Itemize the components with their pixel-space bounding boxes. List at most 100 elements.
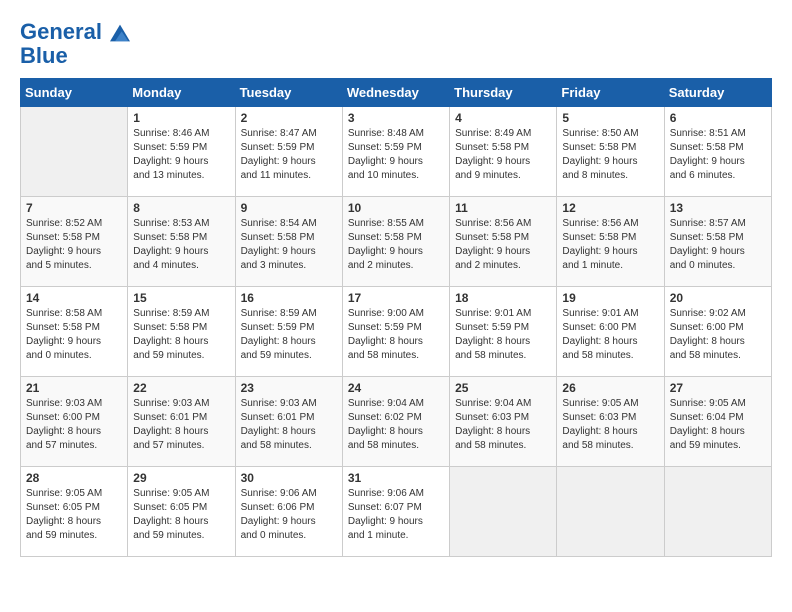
day-info: Sunrise: 8:58 AM Sunset: 5:58 PM Dayligh…: [26, 307, 122, 363]
day-number: 9: [241, 201, 337, 215]
calendar-cell: 26Sunrise: 9:05 AM Sunset: 6:03 PM Dayli…: [557, 377, 664, 467]
weekday-header-friday: Friday: [557, 79, 664, 107]
day-number: 13: [670, 201, 766, 215]
day-number: 27: [670, 381, 766, 395]
day-number: 15: [133, 291, 229, 305]
weekday-header-wednesday: Wednesday: [342, 79, 449, 107]
calendar-cell: [450, 467, 557, 557]
calendar-table: SundayMondayTuesdayWednesdayThursdayFrid…: [20, 78, 772, 557]
calendar-cell: 25 Sunrise: 9:04 AM Sunset: 6:03 PM Dayli…: [450, 377, 557, 467]
week-row-2: 7 Sunrise: 8:52 AM Sunset: 5:58 PM Daylig…: [21, 197, 772, 287]
day-info: Sunrise: 8:54 AM Sunset: 5:58 PM Dayligh…: [241, 217, 337, 273]
day-info: Sunrise: 9:04 AM Sunset: 6:02 PM Dayligh…: [348, 397, 444, 453]
day-info: Sunrise: 8:57 AM Sunset: 5:58 PM Dayligh…: [670, 217, 766, 273]
day-info: Sunrise: 9:03 AM Sunset: 6:01 PM Dayligh…: [241, 397, 337, 453]
week-row-4: 21 Sunrise: 9:03 AM Sunset: 6:00 PM Dayli…: [21, 377, 772, 467]
day-number: 30: [241, 471, 337, 485]
calendar-cell: 24 Sunrise: 9:04 AM Sunset: 6:02 PM Dayli…: [342, 377, 449, 467]
calendar-cell: [21, 107, 128, 197]
page-header: General Blue: [20, 20, 772, 68]
weekday-header-row: SundayMondayTuesdayWednesdayThursdayFrid…: [21, 79, 772, 107]
day-number: 2: [241, 111, 337, 125]
weekday-header-tuesday: Tuesday: [235, 79, 342, 107]
day-number: 28: [26, 471, 122, 485]
calendar-cell: 11 Sunrise: 8:56 AM Sunset: 5:58 PM Dayli…: [450, 197, 557, 287]
calendar-cell: 4Sunrise: 8:49 AM Sunset: 5:58 PM Daylig…: [450, 107, 557, 197]
calendar-cell: 21 Sunrise: 9:03 AM Sunset: 6:00 PM Dayli…: [21, 377, 128, 467]
calendar-cell: 12 Sunrise: 8:56 AM Sunset: 5:58 PM Dayli…: [557, 197, 664, 287]
day-info: Sunrise: 8:47 AM Sunset: 5:59 PM Dayligh…: [241, 127, 337, 183]
day-info: Sunrise: 9:05 AM Sunset: 6:05 PM Dayligh…: [133, 487, 229, 543]
calendar-cell: 23 Sunrise: 9:03 AM Sunset: 6:01 PM Dayli…: [235, 377, 342, 467]
day-number: 25: [455, 381, 551, 395]
day-number: 7: [26, 201, 122, 215]
day-number: 21: [26, 381, 122, 395]
day-info: Sunrise: 8:56 AM Sunset: 5:58 PM Dayligh…: [562, 217, 658, 273]
calendar-cell: 15 Sunrise: 8:59 AM Sunset: 5:58 PM Dayli…: [128, 287, 235, 377]
day-number: 14: [26, 291, 122, 305]
day-info: Sunrise: 8:52 AM Sunset: 5:58 PM Dayligh…: [26, 217, 122, 273]
weekday-header-sunday: Sunday: [21, 79, 128, 107]
day-number: 22: [133, 381, 229, 395]
day-info: Sunrise: 8:51 AM Sunset: 5:58 PM Dayligh…: [670, 127, 766, 183]
day-number: 3: [348, 111, 444, 125]
day-info: Sunrise: 9:06 AM Sunset: 6:07 PM Dayligh…: [348, 487, 444, 543]
calendar-cell: 20 Sunrise: 9:02 AM Sunset: 6:00 PM Dayli…: [664, 287, 771, 377]
day-info: Sunrise: 9:04 AM Sunset: 6:03 PM Dayligh…: [455, 397, 551, 453]
day-number: 16: [241, 291, 337, 305]
calendar-cell: 17 Sunrise: 9:00 AM Sunset: 5:59 PM Dayli…: [342, 287, 449, 377]
calendar-cell: 29 Sunrise: 9:05 AM Sunset: 6:05 PM Dayli…: [128, 467, 235, 557]
week-row-1: 1 Sunrise: 8:46 AM Sunset: 5:59 PM Daylig…: [21, 107, 772, 197]
day-number: 23: [241, 381, 337, 395]
calendar-cell: 14 Sunrise: 8:58 AM Sunset: 5:58 PM Dayli…: [21, 287, 128, 377]
day-info: Sunrise: 9:00 AM Sunset: 5:59 PM Dayligh…: [348, 307, 444, 363]
calendar-cell: 19Sunrise: 9:01 AM Sunset: 6:00 PM Dayli…: [557, 287, 664, 377]
weekday-header-monday: Monday: [128, 79, 235, 107]
day-info: Sunrise: 8:50 AM Sunset: 5:58 PM Dayligh…: [562, 127, 658, 183]
calendar-cell: 31Sunrise: 9:06 AM Sunset: 6:07 PM Dayli…: [342, 467, 449, 557]
day-number: 26: [562, 381, 658, 395]
day-info: Sunrise: 8:49 AM Sunset: 5:58 PM Dayligh…: [455, 127, 551, 183]
calendar-cell: [664, 467, 771, 557]
calendar-cell: 9 Sunrise: 8:54 AM Sunset: 5:58 PM Daylig…: [235, 197, 342, 287]
day-number: 20: [670, 291, 766, 305]
calendar-cell: 22 Sunrise: 9:03 AM Sunset: 6:01 PM Dayli…: [128, 377, 235, 467]
day-number: 17: [348, 291, 444, 305]
day-info: Sunrise: 9:03 AM Sunset: 6:00 PM Dayligh…: [26, 397, 122, 453]
day-info: Sunrise: 9:01 AM Sunset: 5:59 PM Dayligh…: [455, 307, 551, 363]
logo: General Blue: [20, 20, 130, 68]
day-info: Sunrise: 9:03 AM Sunset: 6:01 PM Dayligh…: [133, 397, 229, 453]
calendar-cell: [557, 467, 664, 557]
calendar-cell: 7 Sunrise: 8:52 AM Sunset: 5:58 PM Daylig…: [21, 197, 128, 287]
day-info: Sunrise: 8:46 AM Sunset: 5:59 PM Dayligh…: [133, 127, 229, 183]
day-number: 29: [133, 471, 229, 485]
day-info: Sunrise: 9:02 AM Sunset: 6:00 PM Dayligh…: [670, 307, 766, 363]
day-info: Sunrise: 8:59 AM Sunset: 5:59 PM Dayligh…: [241, 307, 337, 363]
day-number: 24: [348, 381, 444, 395]
day-number: 1: [133, 111, 229, 125]
day-info: Sunrise: 9:05 AM Sunset: 6:04 PM Dayligh…: [670, 397, 766, 453]
day-number: 5: [562, 111, 658, 125]
calendar-cell: 1 Sunrise: 8:46 AM Sunset: 5:59 PM Daylig…: [128, 107, 235, 197]
calendar-cell: 18 Sunrise: 9:01 AM Sunset: 5:59 PM Dayli…: [450, 287, 557, 377]
logo-line2: Blue: [20, 44, 130, 68]
day-info: Sunrise: 8:59 AM Sunset: 5:58 PM Dayligh…: [133, 307, 229, 363]
day-number: 18: [455, 291, 551, 305]
day-info: Sunrise: 9:05 AM Sunset: 6:05 PM Dayligh…: [26, 487, 122, 543]
calendar-cell: 16 Sunrise: 8:59 AM Sunset: 5:59 PM Dayli…: [235, 287, 342, 377]
weekday-header-saturday: Saturday: [664, 79, 771, 107]
calendar-cell: 6Sunrise: 8:51 AM Sunset: 5:58 PM Daylig…: [664, 107, 771, 197]
day-info: Sunrise: 8:48 AM Sunset: 5:59 PM Dayligh…: [348, 127, 444, 183]
calendar-cell: 13 Sunrise: 8:57 AM Sunset: 5:58 PM Dayli…: [664, 197, 771, 287]
calendar-cell: 27 Sunrise: 9:05 AM Sunset: 6:04 PM Dayli…: [664, 377, 771, 467]
calendar-cell: 5 Sunrise: 8:50 AM Sunset: 5:58 PM Daylig…: [557, 107, 664, 197]
calendar-cell: 2 Sunrise: 8:47 AM Sunset: 5:59 PM Daylig…: [235, 107, 342, 197]
day-info: Sunrise: 8:53 AM Sunset: 5:58 PM Dayligh…: [133, 217, 229, 273]
day-number: 10: [348, 201, 444, 215]
day-number: 12: [562, 201, 658, 215]
day-info: Sunrise: 8:56 AM Sunset: 5:58 PM Dayligh…: [455, 217, 551, 273]
weekday-header-thursday: Thursday: [450, 79, 557, 107]
day-number: 11: [455, 201, 551, 215]
day-info: Sunrise: 9:06 AM Sunset: 6:06 PM Dayligh…: [241, 487, 337, 543]
calendar-cell: 3 Sunrise: 8:48 AM Sunset: 5:59 PM Daylig…: [342, 107, 449, 197]
